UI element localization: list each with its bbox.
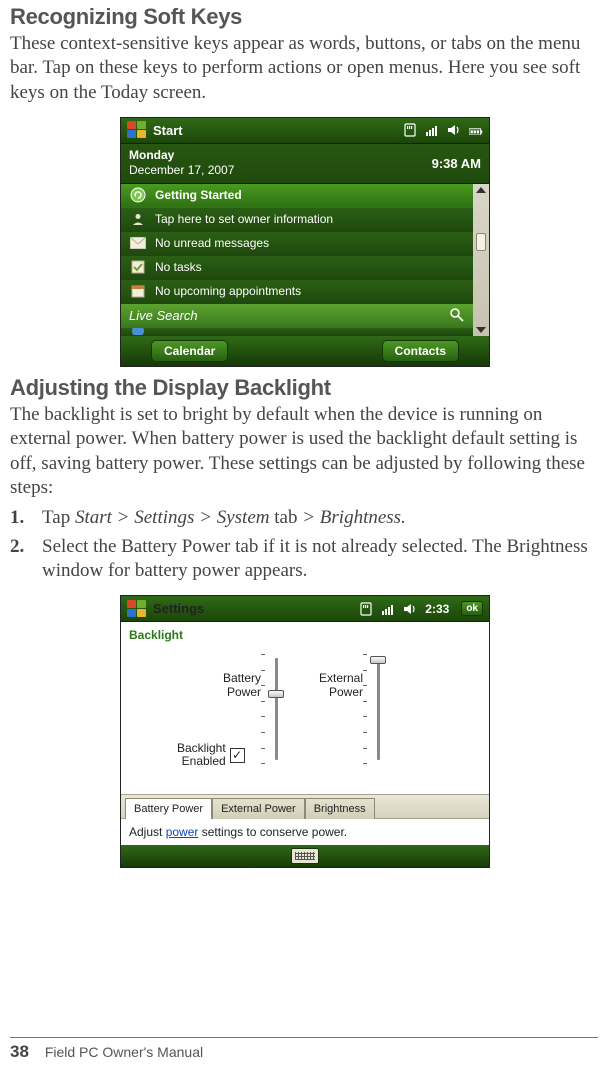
speaker-icon[interactable] [447,123,461,137]
title-bar-label: Settings [153,601,353,616]
scroll-down-icon[interactable] [476,327,486,333]
row-label: Tap here to set owner information [155,212,333,226]
scrollbar[interactable] [473,184,489,336]
row-tasks[interactable]: No tasks [121,256,473,280]
steps-list: 1. Tap Start > Settings > System tab > B… [10,506,600,583]
external-slider-block: External Power [319,654,387,764]
row-label: Getting Started [155,188,242,202]
search-icon[interactable] [449,307,465,323]
pane-title: Backlight [121,622,489,644]
step-path-1: Start > Settings > System [75,507,270,528]
tab-bar: Battery Power External Power Brightness [121,794,489,818]
row-label: No unread messages [155,236,269,250]
hint-text: Adjust power settings to conserve power. [121,818,489,845]
day-of-week: Monday [129,148,432,163]
row-label: No tasks [155,260,202,274]
softkey-right[interactable]: Contacts [382,340,459,362]
softkey-left[interactable]: Calendar [151,340,228,362]
backlight-enabled-checkbox[interactable]: ✓ [230,748,245,763]
backlight-enabled-block: Backlight Enabled ✓ [177,742,245,768]
step-path-2: > Brightness. [302,507,406,528]
start-flag-icon[interactable] [127,600,147,618]
speaker-icon[interactable] [403,602,417,616]
row-messages[interactable]: No unread messages [121,232,473,256]
keyboard-icon[interactable] [291,848,319,864]
backlight-enabled-label: Backlight Enabled [177,742,226,768]
tab-brightness[interactable]: Brightness [305,798,375,819]
battery-slider-label: Battery Power [223,654,261,700]
softkey-bar: Calendar Contacts [121,336,489,366]
step-num: 1. [10,506,24,530]
step-num: 2. [10,535,24,559]
scroll-thumb[interactable] [476,233,486,251]
globe-icon [129,328,147,336]
row-cutoff [121,328,473,336]
power-link[interactable]: power [166,825,199,839]
storage-card-icon[interactable] [403,123,417,137]
row-getting-started[interactable]: Getting Started [121,184,473,208]
step-2: 2. Select the Battery Power tab if it is… [38,535,600,584]
storage-card-icon[interactable] [359,602,373,616]
step-text-mid: tab [270,507,303,528]
title-bar-label[interactable]: Start [153,123,397,138]
battery-icon[interactable] [469,123,483,137]
ok-button[interactable]: ok [461,601,483,616]
heading-backlight: Adjusting the Display Backlight [10,375,600,401]
start-flag-icon[interactable] [127,121,147,139]
battery-slider[interactable] [267,654,285,764]
signal-icon[interactable] [425,123,439,137]
manual-title: Field PC Owner's Manual [45,1044,203,1060]
tab-external-power[interactable]: External Power [212,798,305,819]
getting-started-icon [129,187,147,203]
page-footer: 38 Field PC Owner's Manual [10,1037,598,1062]
row-owner-info[interactable]: Tap here to set owner information [121,208,473,232]
step-text: Select the Battery Power tab if it is no… [42,536,588,581]
paragraph-softkeys: These context-sensitive keys appear as w… [10,32,600,105]
tasks-icon [129,259,147,275]
external-slider[interactable] [369,654,387,764]
date-row[interactable]: Monday December 17, 2007 9:38 AM [121,144,489,184]
hint-before: Adjust [129,825,166,839]
heading-softkeys: Recognizing Soft Keys [10,4,600,30]
date-full: December 17, 2007 [129,163,234,177]
owner-icon [129,211,147,227]
sip-bar [121,845,489,867]
clock-time: 2:33 [425,602,449,616]
tab-battery-power[interactable]: Battery Power [125,798,212,819]
external-slider-label: External Power [319,654,363,700]
scroll-up-icon[interactable] [476,187,486,193]
hint-after: settings to conserve power. [198,825,347,839]
row-label: No upcoming appointments [155,284,301,298]
step-text-lead: Tap [42,507,75,528]
row-appointments[interactable]: No upcoming appointments [121,280,473,304]
title-bar: Settings 2:33 ok [121,596,489,622]
step-1: 1. Tap Start > Settings > System tab > B… [38,506,600,530]
figure-today-screen: Start Monday December 17, 2007 9:38 AM G… [120,117,490,367]
page-number: 38 [10,1042,29,1061]
figure-settings-backlight: Settings 2:33 ok Backlight Battery Power [120,595,490,868]
signal-icon[interactable] [381,602,395,616]
title-bar: Start [121,118,489,144]
clock-time: 9:38 AM [432,156,481,171]
paragraph-backlight: The backlight is set to bright by defaul… [10,403,600,500]
live-search-row[interactable]: Live Search [121,304,473,328]
calendar-icon [129,283,147,299]
live-search-label: Live Search [129,308,198,323]
envelope-icon [129,235,147,251]
